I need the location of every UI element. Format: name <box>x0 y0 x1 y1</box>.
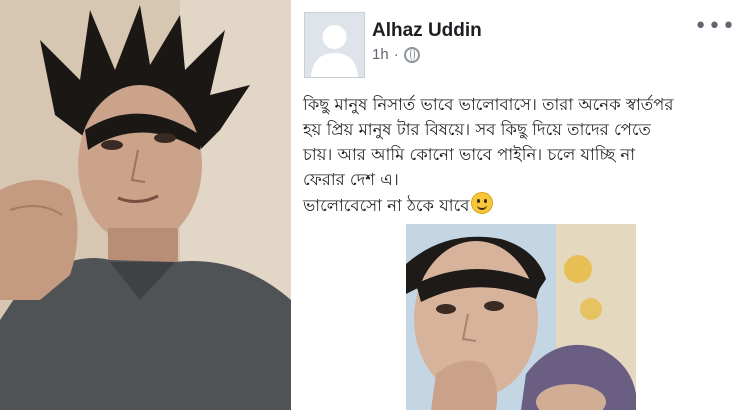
post-line-5: ভালোবেসো না ঠকে যাবে <box>303 192 743 218</box>
divider <box>291 0 300 410</box>
post-line-4: ফেরার দেশ এ। <box>303 170 399 189</box>
more-options-button[interactable]: ••• <box>694 16 736 38</box>
globe-icon[interactable] <box>403 46 420 63</box>
post-attached-photo[interactable] <box>406 224 636 410</box>
post-line-2: হয় প্রিয় মানুষ টার বিষয়ে। সব কিছু দিয… <box>303 120 651 139</box>
post-author-name[interactable]: Alhaz Uddin <box>372 20 482 42</box>
facebook-post: Alhaz Uddin 1h · ••• কিছু মানুষ নিসার্ত … <box>300 0 750 410</box>
post-line-5-text: ভালোবেসো না ঠকে যাবে <box>303 196 470 215</box>
post-body: কিছু মানুষ নিসার্ত ভাবে ভালোবাসে। তারা অ… <box>303 92 743 218</box>
post-line-1: কিছু মানুষ নিসার্ত ভাবে ভালোবাসে। তারা অ… <box>303 95 674 114</box>
meta-separator: · <box>393 46 399 63</box>
post-meta: 1h · <box>372 46 420 63</box>
profile-photo-large <box>0 0 291 410</box>
smiling-face-icon <box>471 192 494 214</box>
post-timestamp[interactable]: 1h <box>372 46 389 63</box>
default-avatar[interactable] <box>304 12 365 78</box>
post-line-3: চায়। আর আমি কোনো ভাবে পাইনি। চলে যাচ্ছি… <box>303 145 636 164</box>
